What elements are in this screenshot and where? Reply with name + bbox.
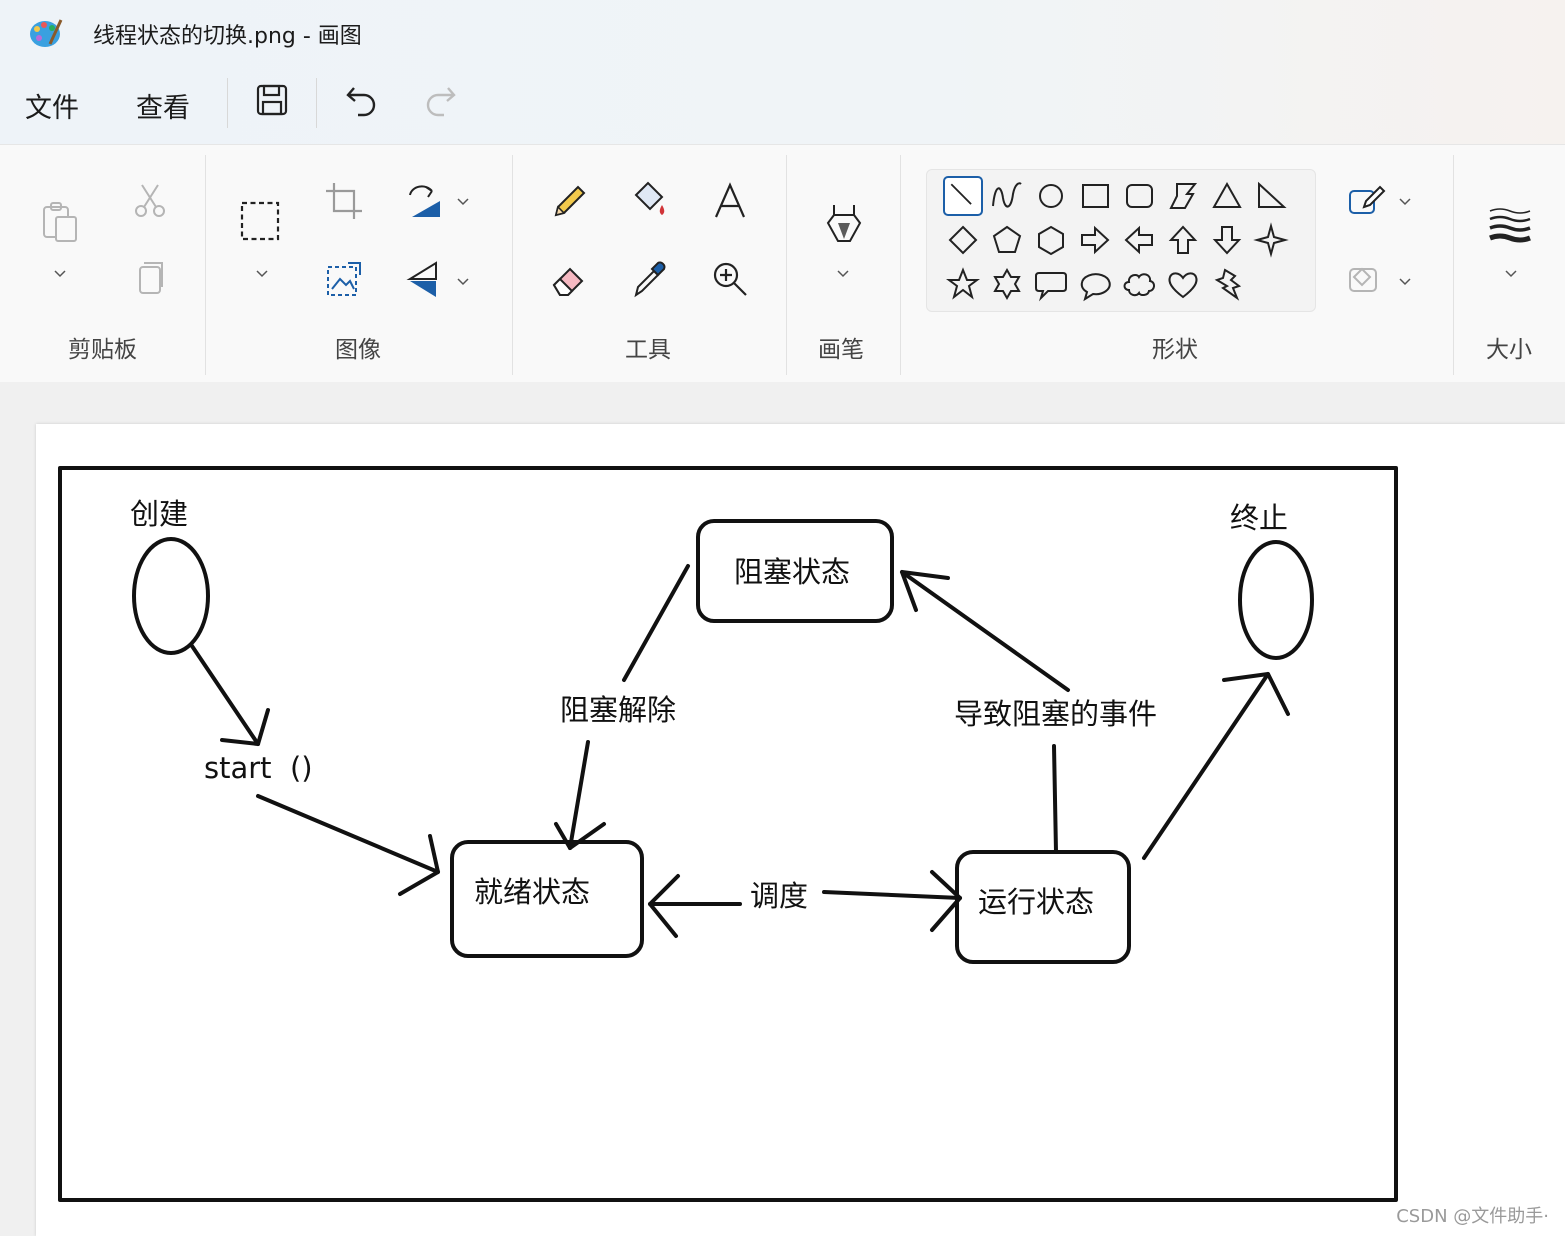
ready-state-label: 就绪状态 — [474, 875, 591, 909]
diagram-frame — [58, 466, 1398, 1202]
chevron-down-icon[interactable] — [455, 273, 471, 289]
create-node — [132, 537, 210, 655]
ribbon-toolbar: 剪贴板 图像 工具 画笔 形状 大小 — [0, 144, 1565, 384]
menu-divider — [227, 78, 228, 128]
paste-icon[interactable] — [38, 199, 82, 243]
eraser-icon[interactable] — [548, 257, 592, 301]
rectangular-callout-shape-icon[interactable] — [1031, 264, 1071, 304]
shapes-gallery — [926, 169, 1316, 312]
triangle-shape-icon[interactable] — [1207, 176, 1247, 216]
group-label-size: 大小 — [1486, 337, 1532, 363]
magnifier-icon[interactable] — [708, 257, 752, 301]
menu-view[interactable]: 查看 — [136, 86, 190, 125]
left-arrow-shape-icon[interactable] — [1119, 220, 1159, 260]
diamond-shape-icon[interactable] — [943, 220, 983, 260]
group-label-tools: 工具 — [625, 337, 671, 363]
right-triangle-shape-icon[interactable] — [1251, 176, 1291, 216]
undo-icon[interactable] — [342, 80, 382, 120]
line-shape-icon[interactable] — [943, 176, 983, 216]
event-to-blocked-line — [900, 570, 1070, 692]
lightning-shape-icon[interactable] — [1207, 264, 1247, 304]
fill-icon[interactable] — [628, 179, 672, 223]
chevron-down-icon[interactable] — [254, 265, 270, 281]
chevron-down-icon[interactable] — [1397, 273, 1413, 289]
group-divider — [512, 155, 513, 375]
canvas-area: 创建 终止 阻塞状态 阻塞解除 导致阻塞的事件 start () 就绪状态 调度… — [0, 382, 1565, 1236]
group-label-shapes: 形状 — [1152, 337, 1198, 363]
menu-file[interactable]: 文件 — [25, 86, 79, 125]
create-label: 创建 — [130, 497, 189, 531]
cut-icon[interactable] — [128, 179, 172, 223]
blocked-state-label: 阻塞状态 — [734, 555, 851, 589]
blocked-to-unblock-line — [622, 564, 690, 682]
group-divider — [786, 155, 787, 375]
window-title: 线程状态的切换.png - 画图 — [93, 24, 362, 49]
menu-divider — [316, 78, 317, 128]
resize-icon[interactable] — [322, 257, 366, 301]
group-label-clipboard: 剪贴板 — [68, 337, 137, 363]
redo-icon[interactable] — [420, 80, 460, 120]
schedule-to-running-line — [822, 890, 962, 900]
start-to-ready-line — [256, 794, 440, 874]
start-label: start () — [204, 751, 313, 785]
group-divider — [205, 155, 206, 375]
select-icon[interactable] — [238, 199, 282, 243]
cloud-callout-shape-icon[interactable] — [1119, 264, 1159, 304]
flip-icon[interactable] — [402, 257, 446, 301]
oval-shape-icon[interactable] — [1031, 176, 1071, 216]
menu-bar: 文件 查看 — [0, 68, 1565, 144]
drawing-canvas[interactable]: 创建 终止 阻塞状态 阻塞解除 导致阻塞的事件 start () 就绪状态 调度… — [36, 424, 1565, 1236]
right-arrow-shape-icon[interactable] — [1075, 220, 1115, 260]
brush-icon[interactable] — [822, 201, 866, 245]
polygon-shape-icon[interactable] — [1163, 176, 1203, 216]
rotate-icon[interactable] — [402, 179, 446, 223]
five-point-star-shape-icon[interactable] — [943, 264, 983, 304]
create-to-start-line — [190, 644, 260, 746]
schedule-label: 调度 — [750, 879, 809, 913]
heart-shape-icon[interactable] — [1163, 264, 1203, 304]
group-label-brushes: 画笔 — [818, 337, 864, 363]
six-point-star-shape-icon[interactable] — [987, 264, 1027, 304]
chevron-down-icon[interactable] — [455, 193, 471, 209]
running-to-event-line — [1052, 744, 1058, 854]
terminate-node — [1238, 540, 1314, 660]
rectangle-shape-icon[interactable] — [1075, 176, 1115, 216]
curve-shape-icon[interactable] — [987, 176, 1027, 216]
chevron-down-icon[interactable] — [52, 265, 68, 281]
down-arrow-shape-icon[interactable] — [1207, 220, 1247, 260]
stroke-size-icon[interactable] — [1488, 201, 1532, 245]
pencil-icon[interactable] — [548, 179, 592, 223]
outline-icon[interactable] — [1344, 179, 1388, 223]
state-diagram — [58, 466, 1398, 1202]
crop-icon[interactable] — [322, 179, 366, 223]
oval-callout-shape-icon[interactable] — [1075, 264, 1115, 304]
unblock-label: 阻塞解除 — [560, 693, 677, 727]
unblock-to-ready-arrowhead — [554, 822, 606, 850]
four-point-star-shape-icon[interactable] — [1251, 220, 1291, 260]
copy-icon[interactable] — [128, 257, 172, 301]
hexagon-shape-icon[interactable] — [1031, 220, 1071, 260]
paint-app-icon — [30, 19, 63, 47]
fill-shape-icon[interactable] — [1344, 257, 1388, 301]
group-divider — [900, 155, 901, 375]
running-to-terminate-line — [1142, 672, 1270, 860]
pentagon-shape-icon[interactable] — [987, 220, 1027, 260]
block-event-label: 导致阻塞的事件 — [954, 697, 1158, 731]
chevron-down-icon[interactable] — [1503, 265, 1519, 281]
chevron-down-icon[interactable] — [1397, 193, 1413, 209]
save-icon[interactable] — [252, 80, 292, 120]
group-label-image: 图像 — [335, 337, 381, 363]
terminate-label: 终止 — [1230, 501, 1289, 535]
title-bar: 线程状态的切换.png - 画图 — [0, 0, 1565, 68]
text-icon[interactable] — [708, 179, 752, 223]
group-divider — [1453, 155, 1454, 375]
running-state-label: 运行状态 — [978, 885, 1095, 919]
unblock-to-ready-line — [568, 740, 590, 850]
color-picker-icon[interactable] — [628, 257, 672, 301]
chevron-down-icon[interactable] — [835, 265, 851, 281]
up-arrow-shape-icon[interactable] — [1163, 220, 1203, 260]
rounded-rectangle-shape-icon[interactable] — [1119, 176, 1159, 216]
watermark: CSDN @文件助手· — [1396, 1206, 1549, 1227]
